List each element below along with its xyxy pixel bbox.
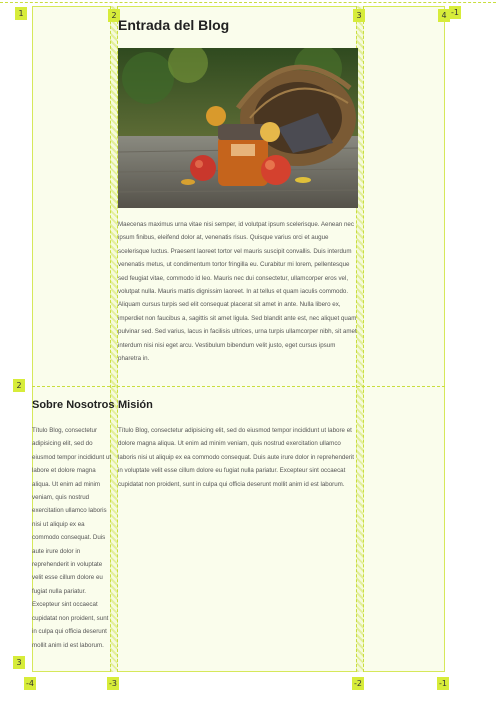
blog-post-title: Entrada del Blog bbox=[118, 17, 230, 33]
grid-line-number-col-3: 3 bbox=[353, 9, 365, 22]
row-line-2 bbox=[32, 386, 445, 387]
grid-line-number-col-neg2: -2 bbox=[352, 677, 364, 690]
grid-line-number-col-neg3: -3 bbox=[107, 677, 119, 690]
blog-post-image bbox=[118, 48, 358, 208]
grid-line-number-row-2: 2 bbox=[13, 379, 25, 392]
grid-line-number-col-neg1: -1 bbox=[437, 677, 449, 690]
top-guide-line bbox=[0, 2, 496, 3]
grid-line-number-col-1: 1 bbox=[15, 7, 27, 20]
mission-title: Misión bbox=[118, 399, 153, 411]
grid-line-number-row-3: 3 bbox=[13, 656, 25, 669]
grid-line-number-col-neg4: -4 bbox=[24, 677, 36, 690]
about-body: Título Blog, consectetur adipisicing eli… bbox=[32, 427, 112, 649]
grid-line-number-col-neg1-top: -1 bbox=[449, 6, 461, 19]
blog-post-body: Maecenas maximus urna vitae nisi semper,… bbox=[118, 221, 357, 363]
mission-body: Título Blog, consectetur adipisicing eli… bbox=[118, 427, 354, 488]
about-title: Sobre Nosotros bbox=[32, 399, 115, 411]
